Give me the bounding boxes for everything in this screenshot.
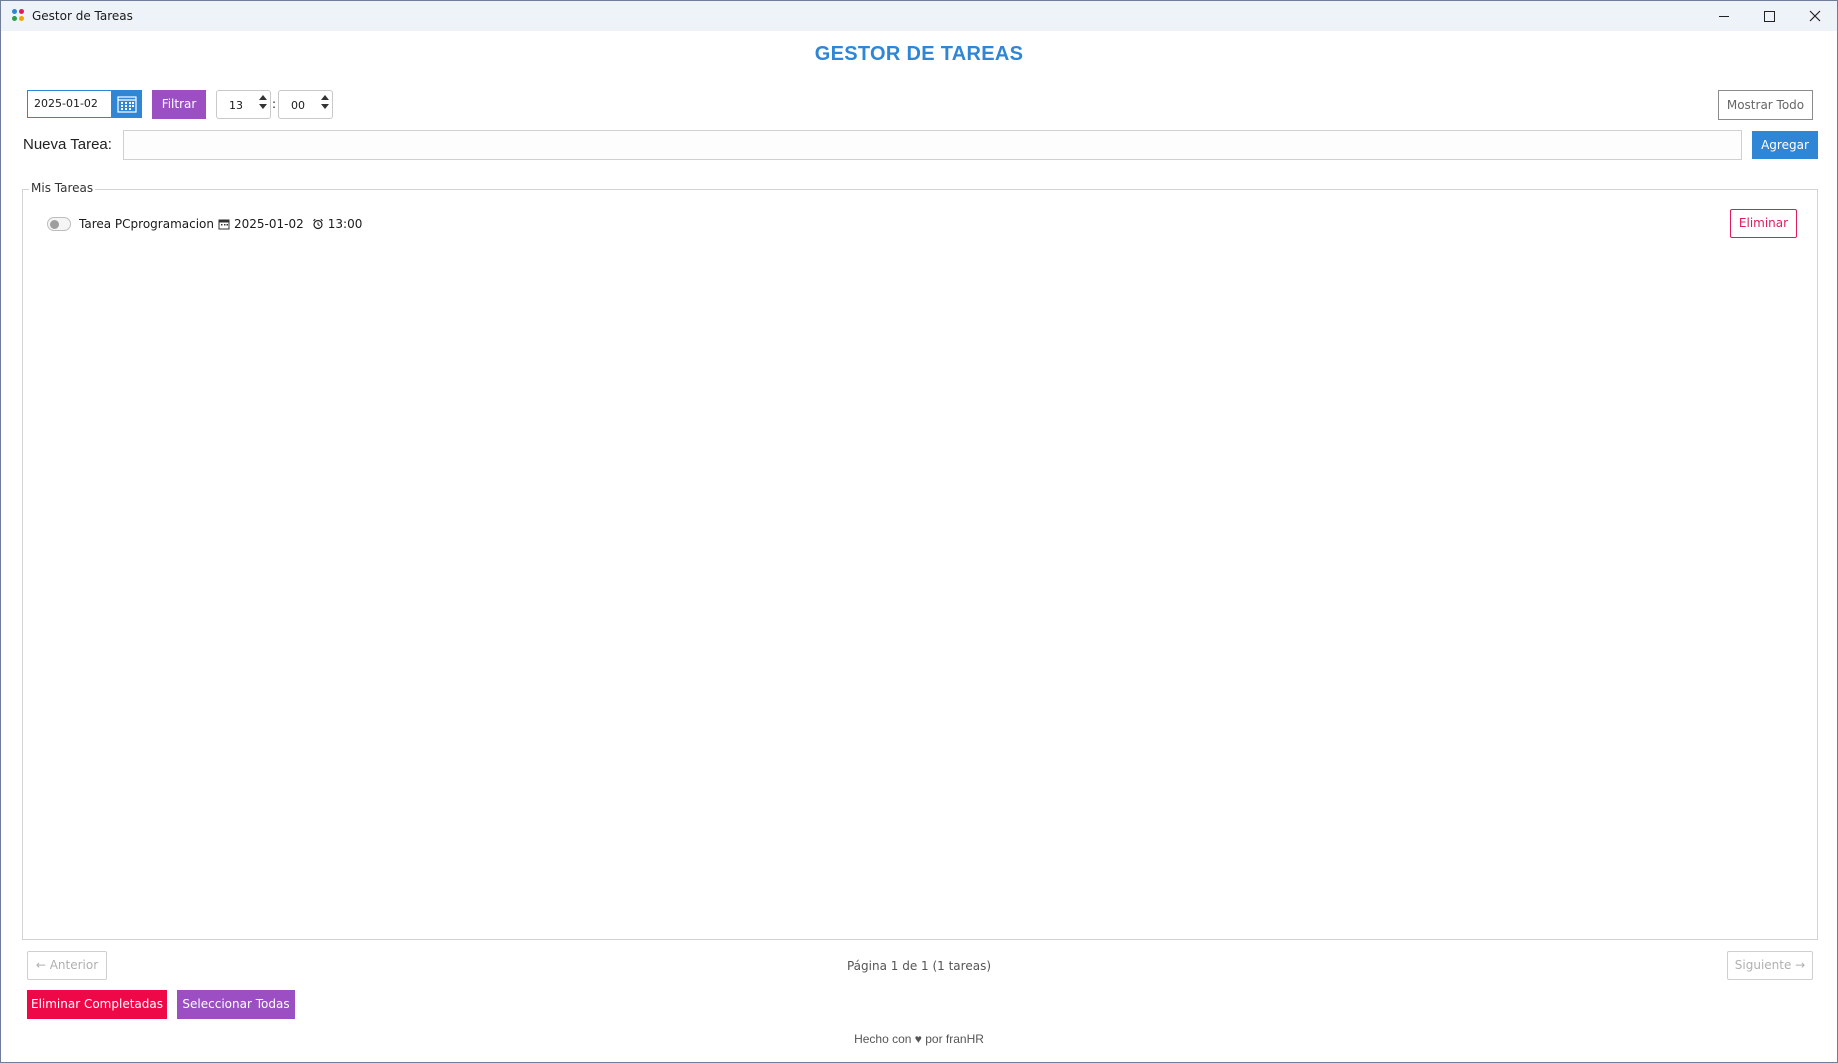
hour-value: 13 <box>229 99 243 112</box>
app-icon <box>12 9 26 23</box>
minute-stepper[interactable] <box>321 95 329 115</box>
time-separator: : <box>272 97 277 111</box>
minimize-button[interactable] <box>1701 1 1747 31</box>
calendar-button[interactable] <box>112 90 142 118</box>
task-list-title: Mis Tareas <box>29 181 96 195</box>
footer-credit: Hecho con ♥ por franHR <box>854 1032 984 1046</box>
hour-spinbox[interactable]: 13 <box>216 90 271 119</box>
minute-value: 00 <box>291 99 305 112</box>
chevron-down-icon[interactable] <box>321 104 329 109</box>
task-date: 2025-01-02 <box>234 217 304 231</box>
pagination-info: Página 1 de 1 (1 tareas) <box>846 959 992 973</box>
app-window: Gestor de Tareas GESTOR DE TAREAS 2025-0… <box>0 0 1838 1063</box>
delete-task-button[interactable]: Eliminar <box>1730 209 1797 238</box>
task-name: Tarea PCprogramacion <box>79 217 214 231</box>
calendar-icon <box>117 96 137 113</box>
date-filter-input[interactable]: 2025-01-02 <box>27 90 112 118</box>
new-task-input[interactable] <box>123 130 1742 160</box>
minimize-icon <box>1719 15 1729 17</box>
hour-stepper[interactable] <box>259 95 267 115</box>
chevron-up-icon[interactable] <box>259 95 267 100</box>
next-page-button[interactable]: Siguiente → <box>1727 951 1813 980</box>
chevron-up-icon[interactable] <box>321 95 329 100</box>
page-title: GESTOR DE TAREAS <box>814 43 1024 65</box>
window-title: Gestor de Tareas <box>32 9 133 23</box>
maximize-icon <box>1763 10 1775 22</box>
show-all-button[interactable]: Mostrar Todo <box>1718 90 1813 120</box>
list-item: Tarea PCprogramacion 2025-01-02 13:00 <box>47 214 362 234</box>
close-button[interactable] <box>1792 1 1838 31</box>
task-complete-toggle[interactable] <box>47 217 71 231</box>
chevron-down-icon[interactable] <box>259 104 267 109</box>
new-task-label: Nueva Tarea: <box>23 136 112 153</box>
select-all-button[interactable]: Seleccionar Todas <box>177 990 295 1019</box>
maximize-button[interactable] <box>1746 1 1792 31</box>
task-list-group <box>22 189 1818 940</box>
close-icon <box>1809 10 1821 22</box>
filter-button[interactable]: Filtrar <box>152 90 206 119</box>
add-task-button[interactable]: Agregar <box>1752 131 1818 159</box>
title-bar: Gestor de Tareas <box>1 1 1837 31</box>
delete-completed-button[interactable]: Eliminar Completadas <box>27 990 167 1019</box>
alarm-clock-icon <box>312 218 323 230</box>
task-time: 13:00 <box>327 217 363 231</box>
calendar-icon <box>218 219 230 230</box>
minute-spinbox[interactable]: 00 <box>278 90 333 119</box>
